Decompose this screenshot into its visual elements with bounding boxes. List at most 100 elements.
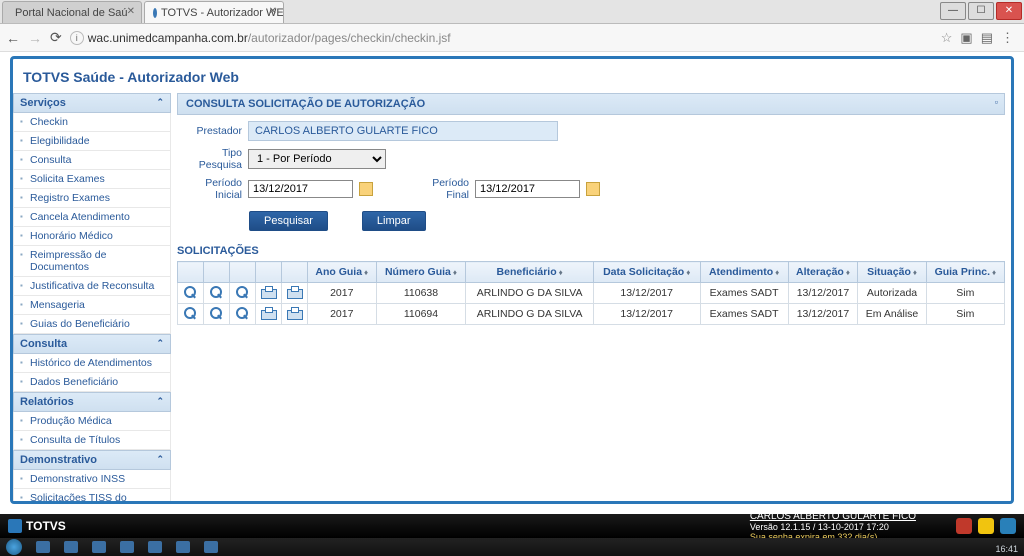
- view-detail-icon[interactable]: [183, 307, 199, 321]
- sidebar-item-checkin[interactable]: Checkin: [13, 113, 171, 132]
- chevron-up-icon: ⌃: [156, 97, 164, 108]
- window-close-button[interactable]: ✕: [996, 2, 1022, 20]
- sidebar-item-producao-medica[interactable]: Produção Médica: [13, 412, 171, 431]
- col-data-solicitacao[interactable]: Data Solicitação♦: [593, 262, 700, 283]
- calendar-icon[interactable]: [586, 182, 600, 196]
- filter-panel-title: CONSULTA SOLICITAÇÃO DE AUTORIZAÇÃO▫: [177, 93, 1005, 115]
- browser-tab-1[interactable]: TOTVS - Autorizador WE ✕: [144, 1, 284, 23]
- totvs-logo: TOTVS: [8, 519, 66, 533]
- browser-tab-0[interactable]: Portal Nacional de Saú ✕: [2, 1, 142, 23]
- view-history-icon[interactable]: [235, 286, 251, 300]
- cell-ano: 2017: [308, 304, 377, 325]
- sidebar-section-servicos[interactable]: Serviços⌃: [13, 93, 171, 113]
- sidebar-item-demonstrativo-inss[interactable]: Demonstrativo INSS: [13, 470, 171, 489]
- print-alt-icon[interactable]: [287, 310, 303, 320]
- home-icon[interactable]: [956, 518, 972, 534]
- col-beneficiario[interactable]: Beneficiário♦: [466, 262, 593, 283]
- taskbar-app-icon[interactable]: [148, 541, 162, 553]
- window-maximize-button[interactable]: ☐: [968, 2, 994, 20]
- table-row: 2017 110638 ARLINDO G DA SILVA 13/12/201…: [178, 283, 1005, 304]
- col-ano-guia[interactable]: Ano Guia♦: [308, 262, 377, 283]
- main-panel: CONSULTA SOLICITAÇÃO DE AUTORIZAÇÃO▫ Pre…: [171, 93, 1011, 501]
- sort-icon: ♦: [775, 268, 779, 277]
- bookmark-icon[interactable]: ☆: [941, 30, 953, 46]
- taskbar-app-icon[interactable]: [36, 541, 50, 553]
- sidebar-item-elegibilidade[interactable]: Elegibilidade: [13, 132, 171, 151]
- print-alt-icon[interactable]: [287, 289, 303, 299]
- site-info-icon[interactable]: i: [70, 31, 84, 45]
- sidebar: Serviços⌃ Checkin Elegibilidade Consulta…: [13, 93, 171, 501]
- sidebar-item-consulta[interactable]: Consulta: [13, 151, 171, 170]
- cell-ano: 2017: [308, 283, 377, 304]
- back-icon[interactable]: ←: [6, 30, 20, 46]
- start-button[interactable]: [6, 539, 22, 555]
- view-guide-icon[interactable]: [209, 286, 225, 300]
- input-periodo-inicial[interactable]: [248, 180, 353, 198]
- table-row: 2017 110694 ARLINDO G DA SILVA 13/12/201…: [178, 304, 1005, 325]
- sidebar-item-dados-beneficiario[interactable]: Dados Beneficiário: [13, 373, 171, 392]
- pesquisar-button[interactable]: Pesquisar: [249, 211, 328, 231]
- sidebar-item-solicita-exames[interactable]: Solicita Exames: [13, 170, 171, 189]
- collapse-icon[interactable]: ▫: [995, 97, 998, 107]
- sidebar-item-cancela-atendimento[interactable]: Cancela Atendimento: [13, 208, 171, 227]
- close-icon[interactable]: ✕: [269, 6, 277, 17]
- close-icon[interactable]: ✕: [127, 6, 135, 17]
- cell-numero: 110694: [376, 304, 466, 325]
- sidebar-item-justificativa[interactable]: Justificativa de Reconsulta: [13, 277, 171, 296]
- url-text: wac.unimedcampanha.com.br/autorizador/pa…: [88, 31, 451, 45]
- footer-username: CARLOS ALBERTO GULARTE FICO: [750, 511, 916, 522]
- cell-data: 13/12/2017: [593, 283, 700, 304]
- col-atendimento[interactable]: Atendimento♦: [700, 262, 788, 283]
- sidebar-item-guias-beneficiario[interactable]: Guias do Beneficiário: [13, 315, 171, 334]
- col-alteracao[interactable]: Alteração♦: [788, 262, 858, 283]
- col-guia-princ[interactable]: Guia Princ.♦: [926, 262, 1004, 283]
- select-tipo-pesquisa[interactable]: 1 - Por Período: [248, 149, 386, 169]
- taskbar-app-icon[interactable]: [120, 541, 134, 553]
- sidebar-item-mensageria[interactable]: Mensageria: [13, 296, 171, 315]
- limpar-button[interactable]: Limpar: [362, 211, 426, 231]
- extension-icon[interactable]: ▤: [981, 30, 993, 46]
- cell-princ: Sim: [926, 304, 1004, 325]
- col-numero-guia[interactable]: Número Guia♦: [376, 262, 466, 283]
- label-periodo-inicial: Período Inicial: [177, 177, 242, 201]
- tab-label-0: Portal Nacional de Saú: [15, 7, 128, 19]
- sidebar-item-honorario-medico[interactable]: Honorário Médico: [13, 227, 171, 246]
- extension-icon[interactable]: ▣: [960, 30, 972, 46]
- print-icon[interactable]: [261, 310, 277, 320]
- sidebar-section-relatorios[interactable]: Relatórios⌃: [13, 392, 171, 412]
- col-situacao[interactable]: Situação♦: [858, 262, 926, 283]
- view-guide-icon[interactable]: [209, 307, 225, 321]
- sort-icon: ♦: [559, 268, 563, 277]
- sidebar-item-historico[interactable]: Histórico de Atendimentos: [13, 354, 171, 373]
- view-detail-icon[interactable]: [183, 286, 199, 300]
- view-history-icon[interactable]: [235, 307, 251, 321]
- address-bar: ← → ⟳ i wac.unimedcampanha.com.br/autori…: [0, 24, 1024, 52]
- sidebar-section-demonstrativo[interactable]: Demonstrativo⌃: [13, 450, 171, 470]
- forward-icon[interactable]: →: [28, 30, 42, 46]
- sidebar-item-reimpressao[interactable]: Reimpressão de Documentos: [13, 246, 171, 277]
- url-field[interactable]: i wac.unimedcampanha.com.br/autorizador/…: [70, 31, 933, 45]
- taskbar-app-icon[interactable]: [64, 541, 78, 553]
- cell-data: 13/12/2017: [593, 304, 700, 325]
- reload-icon[interactable]: ⟳: [50, 29, 62, 46]
- logout-icon[interactable]: [1000, 518, 1016, 534]
- sidebar-item-tiss-prestador[interactable]: Solicitações TISS do Prestador: [13, 489, 171, 504]
- sidebar-item-registro-exames[interactable]: Registro Exames: [13, 189, 171, 208]
- lock-icon[interactable]: [978, 518, 994, 534]
- chevron-up-icon: ⌃: [156, 338, 164, 349]
- menu-icon[interactable]: ⋮: [1001, 30, 1014, 46]
- footer-version: Versão 12.1.15 / 13-10-2017 17:20: [750, 522, 916, 532]
- tab-favicon-1: [153, 8, 157, 18]
- sidebar-section-consulta[interactable]: Consulta⌃: [13, 334, 171, 354]
- sidebar-item-consulta-titulos[interactable]: Consulta de Títulos: [13, 431, 171, 450]
- window-minimize-button[interactable]: —: [940, 2, 966, 20]
- print-icon[interactable]: [261, 289, 277, 299]
- taskbar-app-icon[interactable]: [176, 541, 190, 553]
- sort-icon: ♦: [913, 268, 917, 277]
- taskbar-app-icon[interactable]: [92, 541, 106, 553]
- cell-alteracao: 13/12/2017: [788, 304, 858, 325]
- input-periodo-final[interactable]: [475, 180, 580, 198]
- taskbar-app-icon[interactable]: [204, 541, 218, 553]
- calendar-icon[interactable]: [359, 182, 373, 196]
- browser-tab-strip: Portal Nacional de Saú ✕ TOTVS - Autoriz…: [0, 0, 1024, 24]
